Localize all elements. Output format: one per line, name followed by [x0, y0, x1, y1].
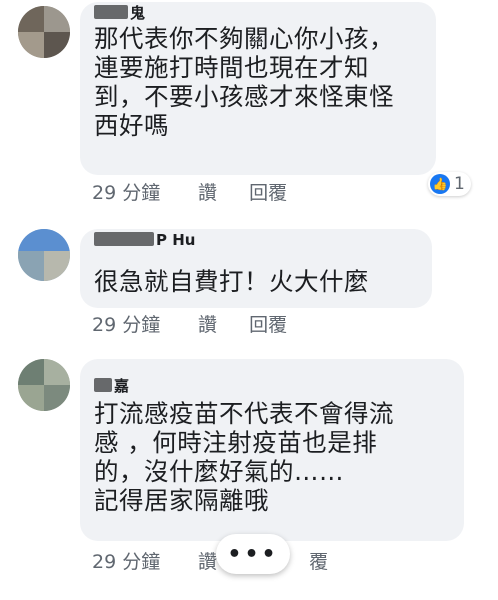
timestamp[interactable]: 29 分鐘	[92, 313, 192, 337]
comment-line: 到，不要小孩感才來怪東怪	[94, 82, 394, 111]
reply-button[interactable]: 回覆	[249, 313, 287, 337]
reaction-count: 1	[454, 174, 465, 194]
comments-screen: 鬼 那代表你不夠關心你小孩， 連要施打時間也現在才知 到，不要小孩感才來怪東怪 …	[0, 0, 498, 600]
comment-actions: 29 分鐘 讚 回覆	[92, 181, 287, 205]
author-name[interactable]: 嘉	[94, 378, 129, 394]
comment-text: 那代表你不夠關心你小孩， 連要施打時間也現在才知 到，不要小孩感才來怪東怪 西好…	[94, 24, 394, 140]
like-button[interactable]: 讚	[198, 313, 243, 337]
comment-line: 西好嗎	[94, 111, 169, 140]
redacted-name	[94, 5, 128, 19]
comment-line: 打流感疫苗不代表不會得流	[94, 399, 394, 428]
comment-text: 很急就自費打！火大什麼	[94, 267, 369, 296]
avatar[interactable]	[18, 359, 70, 411]
timestamp[interactable]: 29 分鐘	[92, 550, 192, 574]
author-name[interactable]: 鬼	[94, 5, 145, 21]
comment-line: 的，沒什麼好氣的……	[94, 457, 344, 486]
author-name[interactable]: P Hu	[94, 232, 195, 248]
avatar[interactable]	[18, 229, 70, 281]
timestamp[interactable]: 29 分鐘	[92, 181, 192, 205]
reaction-badge[interactable]: 👍 1	[428, 172, 471, 196]
comment-line: 那代表你不夠關心你小孩，	[94, 24, 394, 53]
comment-line: 連要施打時間也現在才知	[94, 53, 369, 82]
reply-button[interactable]: 覆	[309, 550, 328, 574]
comment-bubble: P Hu 很急就自費打！火大什麼	[80, 229, 432, 308]
comment-actions: 29 分鐘 讚 回覆	[92, 313, 287, 337]
redacted-name	[94, 378, 112, 392]
more-dots-icon: •••	[227, 541, 279, 567]
comment-actions: 29 分鐘 讚 覆	[92, 550, 328, 574]
more-options-button[interactable]: •••	[216, 534, 290, 574]
comment-line: 很急就自費打！火大什麼	[94, 267, 369, 296]
reply-button[interactable]: 回覆	[249, 181, 287, 205]
avatar[interactable]	[18, 6, 70, 58]
comment-bubble: 嘉 打流感疫苗不代表不會得流 感 ，何時注射疫苗也是排 的，沒什麼好氣的…… 記…	[80, 359, 464, 541]
comment-line: 感 ，何時注射疫苗也是排	[94, 428, 378, 457]
redacted-name	[94, 232, 154, 246]
like-thumb-icon: 👍	[430, 174, 450, 194]
comment-line: 記得居家隔離哦	[94, 486, 269, 515]
comment-bubble: 鬼 那代表你不夠關心你小孩， 連要施打時間也現在才知 到，不要小孩感才來怪東怪 …	[80, 2, 436, 175]
like-button[interactable]: 讚	[198, 181, 243, 205]
comment-text: 打流感疫苗不代表不會得流 感 ，何時注射疫苗也是排 的，沒什麼好氣的…… 記得居…	[94, 399, 394, 515]
